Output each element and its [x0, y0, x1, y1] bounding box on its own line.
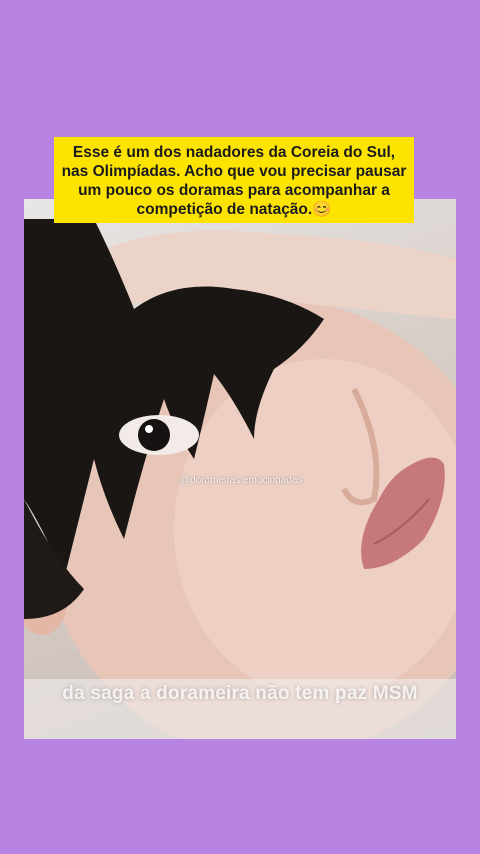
video-subtitle: da saga a dorameira não tem paz MSM — [62, 683, 418, 704]
portrait-illustration — [24, 219, 456, 739]
watermark-handle: @dorameiras.emocionadas — [180, 475, 303, 486]
post-photo — [24, 199, 456, 739]
post-caption: Esse é um dos nadadores da Coreia do Sul… — [54, 137, 414, 223]
